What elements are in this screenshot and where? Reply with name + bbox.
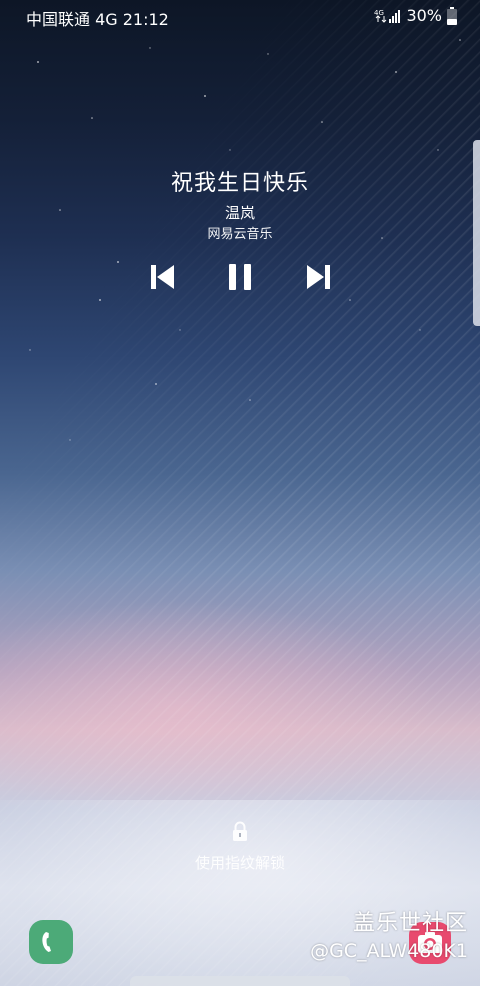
wallpaper-glow [0, 600, 440, 820]
watermark-user: @GC_ALW480K1 [310, 940, 468, 962]
battery-icon [447, 6, 457, 25]
wallpaper-stars [29, 39, 461, 441]
next-track-button[interactable] [303, 262, 333, 292]
lock-screen: 中国联通 4G 21:12 4G 30% 祝我生日快乐 温岚 网易云音乐 使用指… [0, 0, 480, 986]
music-controls [0, 262, 480, 292]
phone-icon [42, 932, 51, 952]
home-indicator-bar[interactable] [130, 976, 350, 986]
svg-text:4G: 4G [374, 9, 384, 17]
status-indicators: 4G 30% [374, 6, 458, 25]
pause-icon [229, 264, 251, 290]
music-widget: 祝我生日快乐 温岚 网易云音乐 [0, 168, 480, 245]
music-app-name: 网易云音乐 [207, 227, 273, 242]
pause-button[interactable] [225, 262, 255, 292]
fingerprint-unlock-hint: 使用指纹解锁 [194, 854, 285, 872]
skip-next-icon [307, 265, 330, 289]
song-artist: 温岚 [224, 204, 255, 222]
skip-previous-icon [151, 265, 174, 289]
battery-percent: 30% [406, 6, 442, 25]
status-bar: 中国联通 4G 21:12 4G 30% [0, 0, 480, 32]
phone-shortcut[interactable] [29, 920, 73, 964]
carrier-time-text: 中国联通 4G 21:12 [26, 10, 169, 29]
lock-icon [233, 821, 247, 841]
watermark-brand: 盖乐世社区 [352, 911, 468, 936]
previous-track-button[interactable] [148, 262, 178, 292]
network-signal-icon: 4G [374, 9, 401, 23]
song-title: 祝我生日快乐 [170, 171, 309, 196]
